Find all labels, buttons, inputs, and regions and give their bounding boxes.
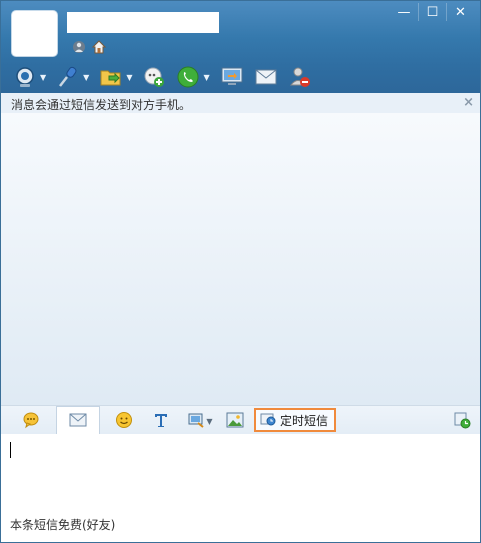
- notice-text: 消息会通过短信发送到对方手机。: [11, 98, 192, 112]
- remote-assist-button[interactable]: [220, 65, 244, 89]
- video-call-button[interactable]: ▼: [13, 65, 46, 89]
- image-button[interactable]: [224, 410, 246, 432]
- timed-sms-button[interactable]: 定时短信: [254, 408, 337, 432]
- clock-mail-icon: [260, 412, 276, 429]
- status-icons: [71, 39, 107, 55]
- block-user-icon: [288, 65, 312, 89]
- sms-mode-tab[interactable]: [56, 406, 100, 435]
- home-icon[interactable]: [91, 39, 107, 55]
- font-button[interactable]: [150, 410, 172, 432]
- phone-call-icon: [176, 65, 200, 89]
- remote-assist-icon: [220, 65, 244, 89]
- file-transfer-icon: [99, 65, 123, 89]
- chevron-down-icon[interactable]: ▼: [126, 73, 132, 82]
- chevron-down-icon[interactable]: ▼: [206, 417, 212, 426]
- message-input[interactable]: 本条短信免费(好友): [1, 434, 480, 542]
- text-caret: [10, 442, 11, 458]
- chevron-down-icon[interactable]: ▼: [40, 73, 46, 82]
- file-transfer-button[interactable]: ▼: [99, 65, 132, 89]
- sms-notice-bar: 消息会通过短信发送到对方手机。 ×: [1, 93, 480, 113]
- screenshot-icon: [187, 411, 205, 432]
- group-chat-button[interactable]: [142, 65, 166, 89]
- close-button[interactable]: ✕: [446, 3, 474, 21]
- chat-mode-button[interactable]: [20, 410, 42, 432]
- chat-bubble-icon: [22, 411, 40, 432]
- video-call-icon: [13, 65, 37, 89]
- chevron-down-icon[interactable]: ▼: [83, 73, 89, 82]
- image-icon: [226, 412, 244, 431]
- smiley-icon: [115, 411, 133, 432]
- history-icon: [453, 411, 471, 432]
- close-icon[interactable]: ×: [463, 95, 474, 110]
- minimize-button[interactable]: —: [390, 3, 418, 21]
- mail-icon: [254, 65, 278, 89]
- font-icon: [152, 411, 170, 432]
- chevron-down-icon[interactable]: ▼: [203, 73, 209, 82]
- group-chat-icon: [142, 65, 166, 89]
- voice-call-icon: [56, 65, 80, 89]
- contact-name: [67, 12, 219, 33]
- maximize-button[interactable]: ☐: [418, 3, 446, 21]
- phone-call-button[interactable]: ▼: [176, 65, 210, 89]
- avatar[interactable]: [12, 11, 57, 56]
- input-toolbar: ▼ 定时短信: [1, 405, 480, 435]
- timed-sms-label: 定时短信: [280, 413, 329, 428]
- sms-cost-note: 本条短信免费(好友): [10, 518, 116, 532]
- chat-toolbar: ▼ ▼ ▼ ▼: [13, 65, 322, 89]
- mail-icon: [69, 413, 87, 430]
- screenshot-button[interactable]: ▼: [185, 410, 215, 432]
- sms-chat-window: — ☐ ✕ ▼ ▼ ▼ ▼ 消息会通过短信发送到对方手机。 × ▼ 定时短信 本…: [0, 0, 481, 543]
- voice-call-button[interactable]: ▼: [56, 65, 89, 89]
- window-controls: — ☐ ✕: [390, 3, 474, 21]
- block-user-button[interactable]: [288, 65, 312, 89]
- message-history-button[interactable]: [451, 410, 473, 432]
- mail-button[interactable]: [254, 65, 278, 89]
- status-online-icon[interactable]: [71, 39, 87, 55]
- emoji-button[interactable]: [113, 410, 135, 432]
- message-history[interactable]: [1, 113, 480, 405]
- chat-header: — ☐ ✕ ▼ ▼ ▼ ▼: [1, 1, 480, 93]
